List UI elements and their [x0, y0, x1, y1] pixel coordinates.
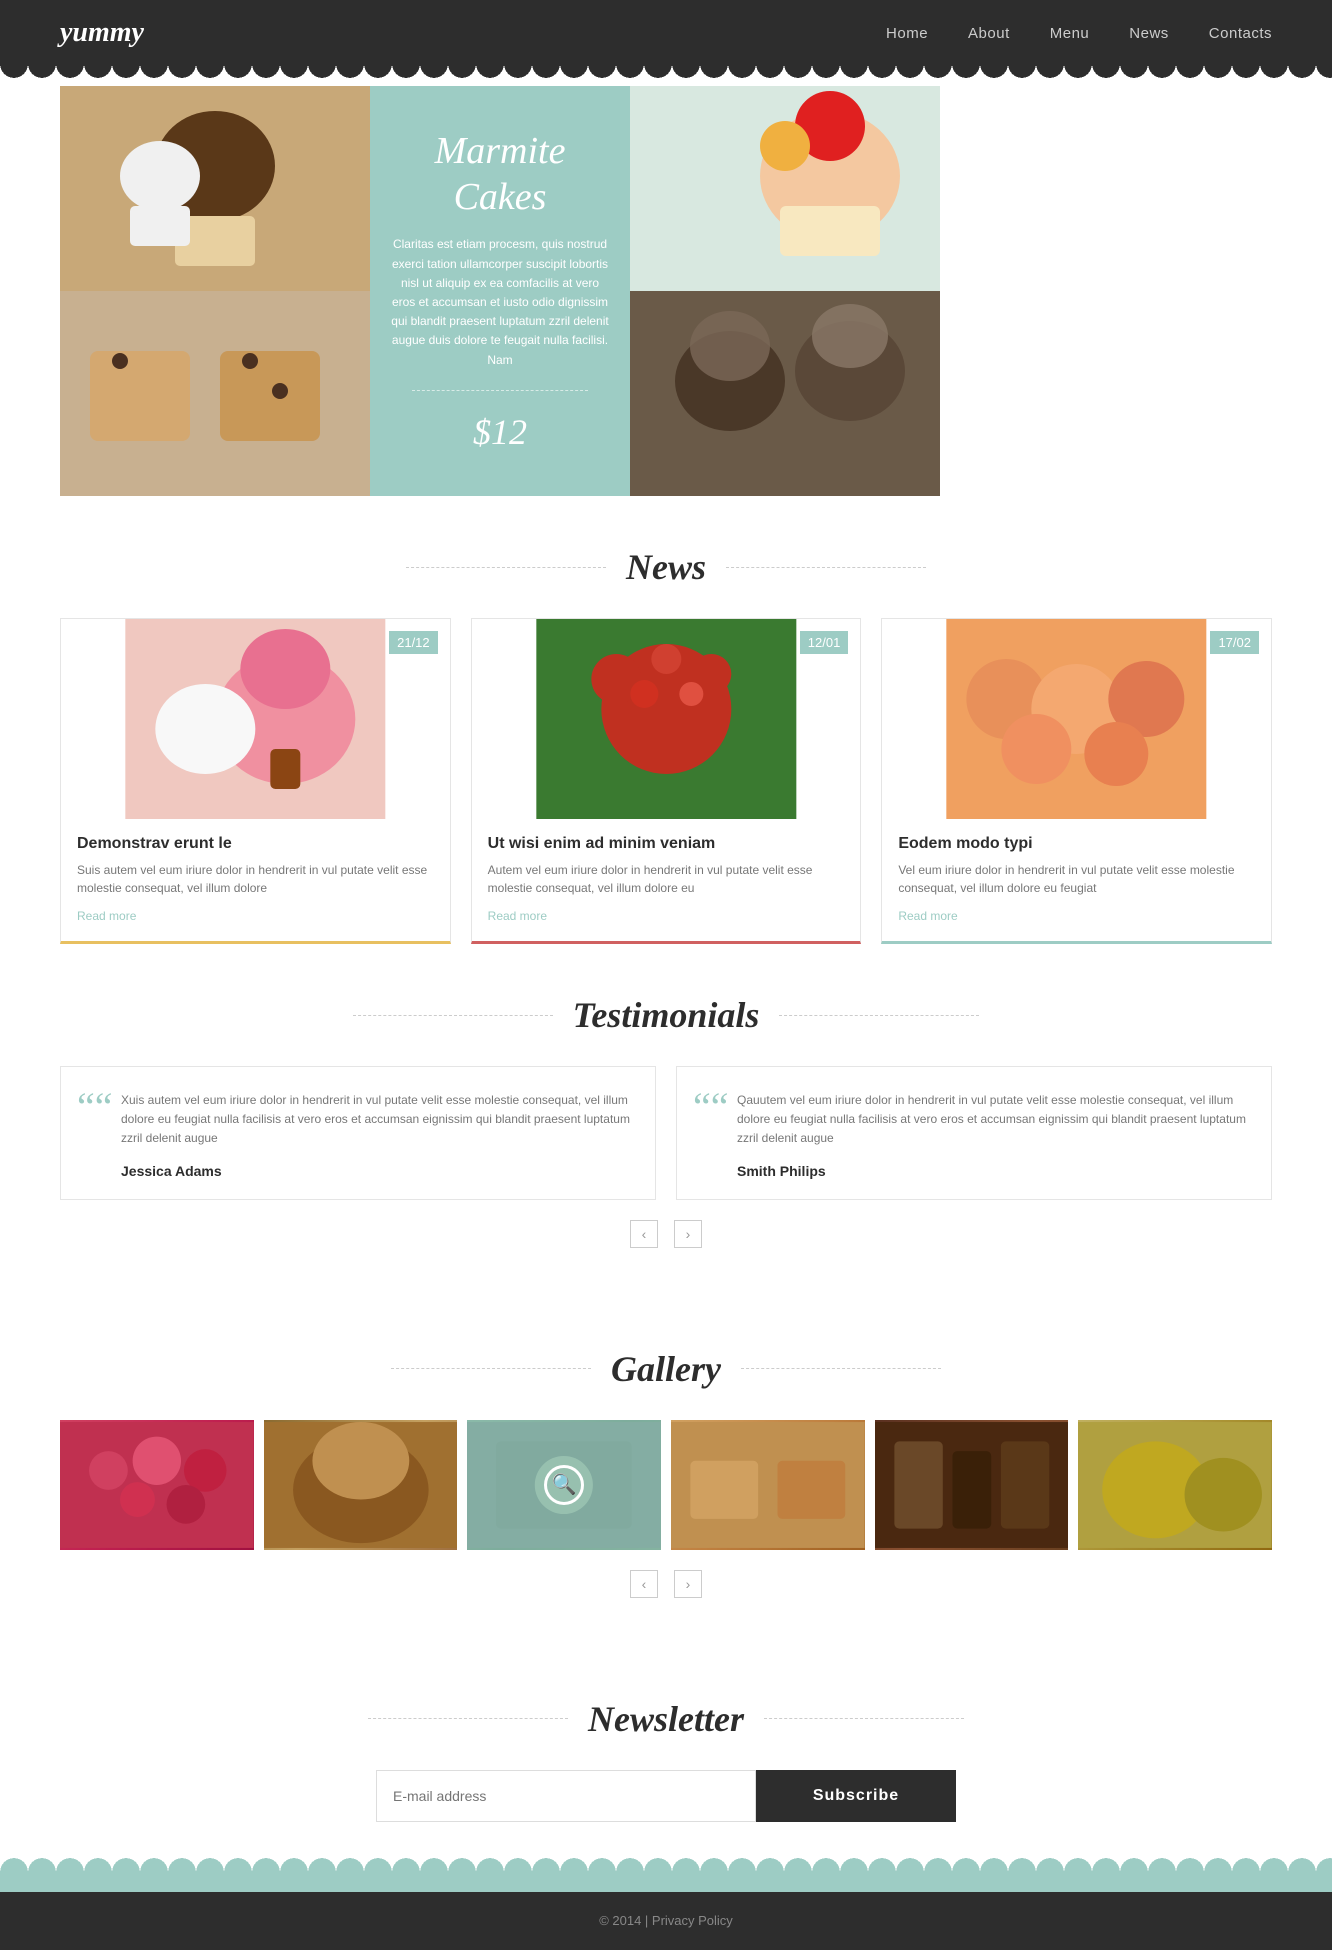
news-headline-2: Ut wisi enim ad minim veniam [488, 835, 845, 853]
logo[interactable]: yummy [60, 17, 886, 49]
footer: © 2014 | Privacy Policy [0, 1872, 1332, 1950]
gallery-prev-button[interactable]: ‹ [630, 1570, 658, 1598]
news-content-2: Ut wisi enim ad minim veniam Autem vel e… [472, 819, 861, 941]
gallery-section-title: Gallery [611, 1348, 721, 1390]
news-text-3: Vel eum iriure dolor in hendrerit in vul… [898, 861, 1255, 897]
hero-section: Marmite Cakes Claritas est etiam procesm… [0, 66, 1332, 496]
testimonials-line-left [353, 1015, 553, 1016]
testimonial-next-button[interactable]: › [674, 1220, 702, 1248]
gallery-grid: 🔍 🔍 🔍 🔍 [60, 1420, 1272, 1550]
hero-price: $12 [473, 411, 527, 453]
testimonials-title-wrap: Testimonials [0, 994, 1332, 1036]
news-title-line-right [726, 567, 926, 568]
gallery-search-icon-2: 🔍 [340, 1465, 380, 1505]
newsletter-form: Subscribe [60, 1770, 1272, 1822]
testimonial-navigation: ‹ › [60, 1220, 1272, 1248]
hero-description: Claritas est etiam procesm, quis nostrud… [390, 235, 610, 369]
footer-copyright: © 2014 | Privacy Policy [599, 1913, 733, 1928]
navigation: yummy Home About Menu News Contacts [0, 0, 1332, 66]
gallery-navigation: ‹ › [60, 1570, 1272, 1598]
footer-inner: © 2014 | Privacy Policy [0, 1892, 1332, 1950]
nav-news[interactable]: News [1129, 25, 1169, 42]
read-more-3[interactable]: Read more [898, 909, 957, 923]
news-image-3: 17/02 [882, 619, 1271, 819]
news-headline-1: Demonstrav erunt le [77, 835, 434, 853]
testimonials-section: Testimonials Xuis autem vel eum iriure d… [0, 994, 1332, 1298]
news-image-2: 12/01 [472, 619, 861, 819]
gallery-line-right [741, 1368, 941, 1369]
newsletter-title-wrap: Newsletter [0, 1698, 1332, 1740]
testimonials-grid: Xuis autem vel eum iriure dolor in hendr… [60, 1066, 1272, 1200]
testimonials-content: Xuis autem vel eum iriure dolor in hendr… [0, 1066, 1332, 1298]
nav-home[interactable]: Home [886, 25, 928, 42]
nav-contacts[interactable]: Contacts [1209, 25, 1272, 42]
gallery-content: 🔍 🔍 🔍 🔍 [0, 1420, 1332, 1648]
gallery-search-icon-6: 🔍 [1155, 1465, 1195, 1505]
newsletter-line-right [764, 1718, 964, 1719]
news-section-title: News [626, 546, 706, 588]
gallery-title-wrap: Gallery [0, 1348, 1332, 1390]
hero-divider [412, 390, 588, 391]
news-date-2: 12/01 [800, 631, 849, 654]
subscribe-button[interactable]: Subscribe [756, 1770, 956, 1822]
email-input[interactable] [376, 1770, 756, 1822]
hero-image-top-left [60, 86, 370, 291]
news-title-wrap: News [0, 546, 1332, 588]
testimonial-prev-button[interactable]: ‹ [630, 1220, 658, 1248]
gallery-item-3[interactable]: 🔍 [467, 1420, 661, 1550]
gallery-section: Gallery 🔍 🔍 [0, 1348, 1332, 1648]
testimonial-card-1: Xuis autem vel eum iriure dolor in hendr… [60, 1066, 656, 1200]
read-more-2[interactable]: Read more [488, 909, 547, 923]
gallery-search-icon-4: 🔍 [748, 1465, 788, 1505]
testimonials-line-right [779, 1015, 979, 1016]
nav-menu[interactable]: Menu [1050, 25, 1090, 42]
gallery-next-button[interactable]: › [674, 1570, 702, 1598]
gallery-overlay-3: 🔍 [467, 1420, 661, 1550]
newsletter-section-title: Newsletter [588, 1698, 744, 1740]
hero-grid: Marmite Cakes Claritas est etiam procesm… [60, 86, 1272, 496]
testimonial-card-2: Qauutem vel eum iriure dolor in hendreri… [676, 1066, 1272, 1200]
nav-about[interactable]: About [968, 25, 1010, 42]
news-content-3: Eodem modo typi Vel eum iriure dolor in … [882, 819, 1271, 941]
hero-image-bottom-right [630, 291, 940, 496]
gallery-item-4[interactable]: 🔍 [671, 1420, 865, 1550]
hero-image-top-right [630, 86, 940, 291]
news-text-1: Suis autem vel eum iriure dolor in hendr… [77, 861, 434, 897]
news-date-1: 21/12 [389, 631, 438, 654]
hero-image-bottom-left [60, 291, 370, 496]
nav-links: Home About Menu News Contacts [886, 25, 1272, 42]
gallery-search-icon-1: 🔍 [137, 1465, 177, 1505]
newsletter-section: Newsletter Subscribe [0, 1698, 1332, 1872]
read-more-1[interactable]: Read more [77, 909, 136, 923]
hero-center-panel: Marmite Cakes Claritas est etiam procesm… [370, 86, 630, 496]
gallery-item-6[interactable]: 🔍 [1078, 1420, 1272, 1550]
testimonial-name-1: Jessica Adams [121, 1163, 635, 1179]
newsletter-line-left [368, 1718, 568, 1719]
news-card-2: 12/01 Ut wisi enim ad minim veniam Autem… [471, 618, 862, 944]
news-grid: 21/12 Demonstrav erunt le Suis autem vel… [0, 618, 1332, 944]
news-card-3: 17/02 Eodem modo typi Vel eum iriure dol… [881, 618, 1272, 944]
news-image-1: 21/12 [61, 619, 450, 819]
testimonial-text-2: Qauutem vel eum iriure dolor in hendreri… [737, 1091, 1251, 1149]
news-content-1: Demonstrav erunt le Suis autem vel eum i… [61, 819, 450, 941]
hero-title: Marmite Cakes [390, 129, 610, 220]
newsletter-content: Subscribe [0, 1770, 1332, 1872]
gallery-search-icon-5: 🔍 [951, 1465, 991, 1505]
main-content: Marmite Cakes Claritas est etiam procesm… [0, 66, 1332, 1872]
gallery-item-1[interactable]: 🔍 [60, 1420, 254, 1550]
news-section: News 21/12 Demonstrav erunt le S [0, 546, 1332, 944]
testimonials-section-title: Testimonials [573, 994, 760, 1036]
testimonial-text-1: Xuis autem vel eum iriure dolor in hendr… [121, 1091, 635, 1149]
news-headline-3: Eodem modo typi [898, 835, 1255, 853]
gallery-search-icon-3: 🔍 [544, 1465, 584, 1505]
gallery-item-5[interactable]: 🔍 [875, 1420, 1069, 1550]
gallery-line-left [391, 1368, 591, 1369]
gallery-item-2[interactable]: 🔍 [264, 1420, 458, 1550]
testimonial-name-2: Smith Philips [737, 1163, 1251, 1179]
news-text-2: Autem vel eum iriure dolor in hendrerit … [488, 861, 845, 897]
news-title-line-left [406, 567, 606, 568]
news-card-1: 21/12 Demonstrav erunt le Suis autem vel… [60, 618, 451, 944]
news-date-3: 17/02 [1210, 631, 1259, 654]
